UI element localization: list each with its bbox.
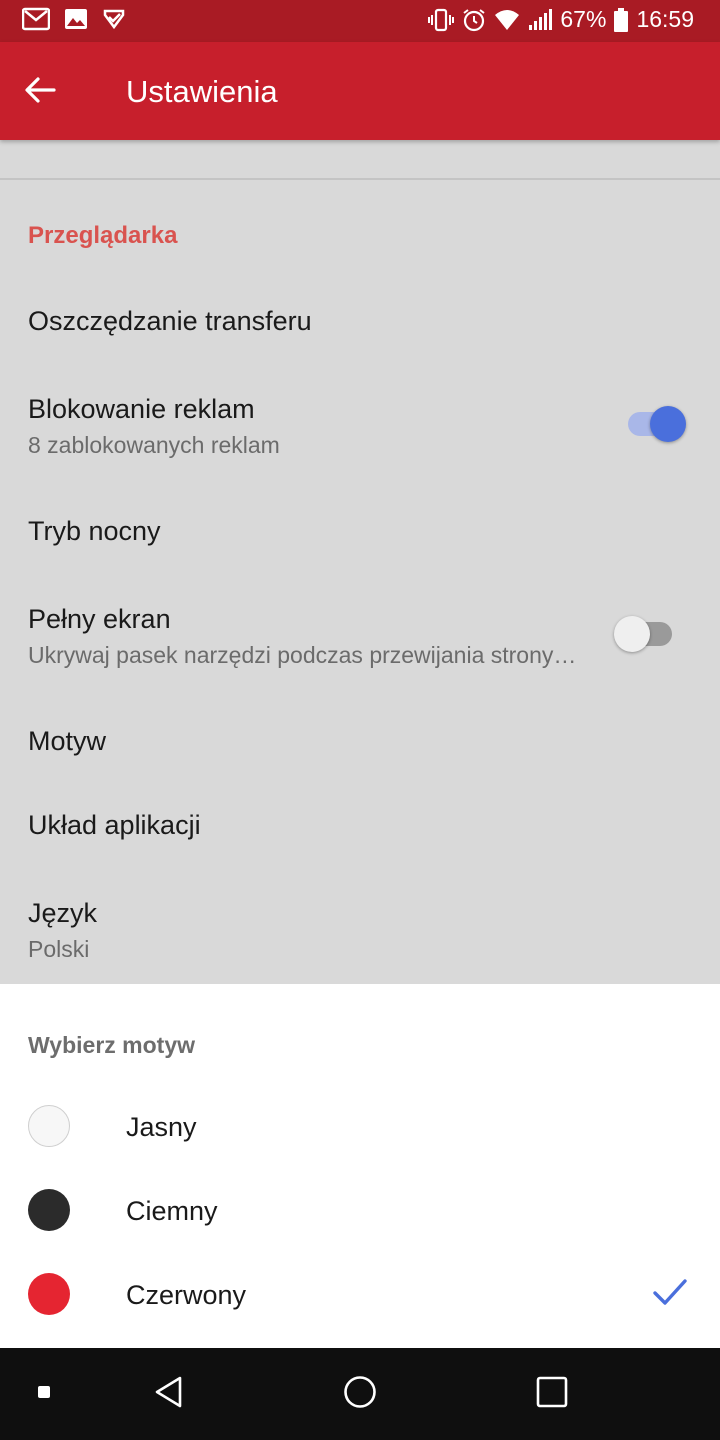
theme-option-red[interactable]: Czerwony [0,1252,720,1336]
vibrate-icon [428,8,455,32]
wifi-icon [494,9,520,31]
checkmark-icon [652,1276,688,1313]
pref-app-layout[interactable]: Układ aplikacji [0,784,720,868]
dot-icon [37,1385,51,1404]
pref-title: Oszczędzanie transferu [28,306,312,336]
option-label: Czerwony [126,1280,247,1310]
gallery-icon [64,8,88,30]
pref-title: Tryb nocny [28,516,161,546]
ad-blocking-toggle[interactable] [628,401,688,447]
pref-data-saving[interactable]: Oszczędzanie transferu [0,280,720,364]
pref-language[interactable]: Język Polski [0,868,720,984]
option-label: Ciemny [126,1196,218,1226]
pref-title: Pełny ekran [28,604,171,634]
battery-percent: 67% [560,6,607,32]
pref-subtitle: Ukrywaj pasek narzędzi podczas przewijan… [28,642,577,668]
arrow-back-icon [18,77,62,116]
divider [0,178,720,180]
theme-option-dark[interactable]: Ciemny [0,1168,720,1252]
pref-title: Motyw [28,726,107,756]
pref-theme[interactable]: Motyw [0,700,720,784]
clock: 16:59 [636,6,694,32]
theme-option-light[interactable]: Jasny [0,1084,720,1168]
gmail-icon [22,7,50,31]
red-swatch-icon [28,1273,70,1315]
pref-title: Układ aplikacji [28,810,201,840]
status-bar: 67% 16:59 [0,0,720,42]
alarm-icon [462,8,486,32]
dark-swatch-icon [28,1189,70,1231]
pref-night-mode[interactable]: Tryb nocny [0,490,720,574]
theme-bottom-sheet: Wybierz motyw Jasny Ciemny Czerwony [0,984,720,1348]
signal-icon [528,8,553,31]
task-check-icon [102,7,126,31]
system-nav-bar [0,1348,720,1440]
nav-recents-button[interactable] [530,1372,574,1416]
sheet-title: Wybierz motyw [28,1032,195,1058]
light-swatch-icon [28,1105,70,1147]
pref-full-screen[interactable]: Pełny ekran Ukrywaj pasek narzędzi podcz… [0,574,720,698]
page-title: Ustawienia [126,74,278,109]
full-screen-toggle[interactable] [614,611,676,657]
section-header-browser: Przeglądarka [28,222,178,249]
option-label: Jasny [126,1112,197,1142]
back-button[interactable] [18,68,62,112]
triangle-back-icon [153,1375,183,1414]
nav-back-button[interactable] [146,1372,190,1416]
nav-home-button[interactable] [338,1372,382,1416]
pref-subtitle: Polski [28,936,90,962]
pref-ad-blocking[interactable]: Blokowanie reklam 8 zablokowanych reklam [0,364,720,484]
app-bar: Ustawienia [0,42,720,140]
circle-home-icon [343,1375,377,1414]
battery-icon [614,7,629,32]
pref-title: Blokowanie reklam [28,394,255,424]
square-recents-icon [536,1376,568,1413]
pref-title: Język [28,898,98,928]
pref-subtitle: 8 zablokowanych reklam [28,432,280,458]
nav-dot-button[interactable] [22,1372,66,1416]
